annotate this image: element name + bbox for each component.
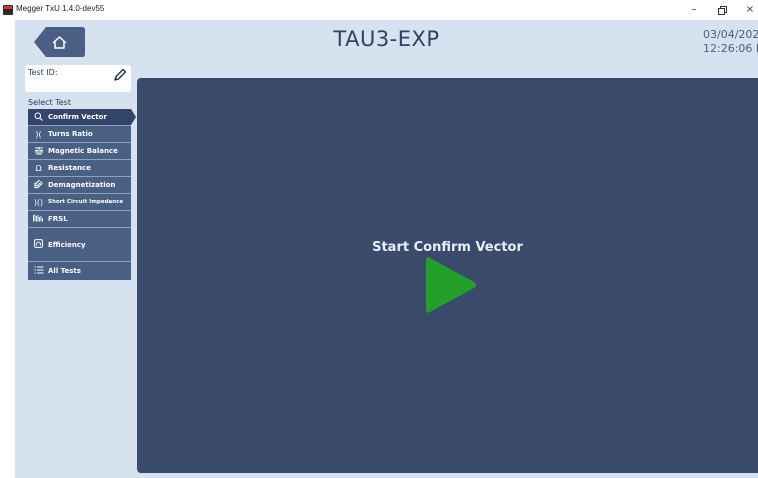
os-title-bar: Megger TxU 1.4.0-dev55 – ×	[0, 0, 758, 20]
menu-item-frsl[interactable]: FRSL	[28, 211, 131, 228]
list-icon	[33, 266, 44, 276]
menu-item-label: Efficiency	[48, 240, 86, 249]
test-menu: Confirm Vector )( Turns Ratio Magnetic B…	[28, 109, 136, 280]
menu-item-label: Turns Ratio	[48, 130, 93, 138]
minimize-button[interactable]: –	[684, 3, 704, 17]
menu-item-label: Magnetic Balance	[48, 147, 118, 155]
maximize-button[interactable]	[712, 3, 732, 17]
restore-icon	[717, 6, 727, 15]
datetime-display: 03/04/2020 12:26:06 PM	[703, 28, 758, 56]
omega-icon: Ω	[35, 163, 42, 173]
menu-item-confirm-vector[interactable]: Confirm Vector	[28, 109, 136, 126]
menu-item-resistance[interactable]: Ω Resistance	[28, 160, 131, 177]
device-title: TAU3-EXP	[333, 27, 440, 51]
close-button[interactable]: ×	[740, 3, 758, 17]
menu-item-label: Demagnetization	[48, 181, 116, 189]
menu-item-demagnetization[interactable]: Demagnetization	[28, 177, 131, 194]
menu-item-label: Resistance	[48, 164, 91, 172]
transformer-coils-icon: )(	[35, 129, 42, 139]
menu-item-magnetic-balance[interactable]: Magnetic Balance	[28, 143, 131, 160]
play-start-button[interactable]	[422, 256, 478, 314]
menu-item-efficiency[interactable]: Efficiency	[28, 228, 131, 262]
test-panel: Start Confirm Vector	[137, 78, 758, 473]
time-text: 12:26:06 PM	[703, 42, 758, 55]
app-content: TAU3-EXP 03/04/2020 12:26:06 PM Test ID:…	[15, 20, 758, 478]
menu-item-label: Short Circuit Impedance	[48, 199, 124, 205]
search-icon	[33, 112, 44, 123]
menu-item-label: Confirm Vector	[48, 113, 107, 121]
impedance-icon: )()	[33, 197, 44, 207]
balance-icon	[33, 146, 44, 157]
menu-item-label: All Tests	[48, 267, 81, 275]
pencil-edit-icon[interactable]	[112, 68, 128, 82]
menu-item-short-circuit-impedance[interactable]: )() Short Circuit Impedance	[28, 194, 131, 211]
test-id-field[interactable]: Test ID:	[25, 65, 131, 92]
select-test-label: Select Test	[28, 98, 71, 107]
efficiency-icon	[33, 239, 44, 250]
frsl-icon	[33, 214, 44, 224]
app-window: Megger TxU 1.4.0-dev55 – × TAU3-EXP 03/0…	[0, 0, 758, 478]
menu-item-all-tests[interactable]: All Tests	[28, 262, 131, 280]
menu-item-turns-ratio[interactable]: )( Turns Ratio	[28, 126, 131, 143]
menu-item-label: FRSL	[48, 215, 68, 223]
test-id-label: Test ID:	[28, 68, 58, 77]
magnet-icon	[33, 179, 44, 191]
date-text: 03/04/2020	[703, 28, 758, 41]
megger-app-icon	[3, 5, 13, 15]
start-test-label: Start Confirm Vector	[372, 240, 523, 255]
window-title: Megger TxU 1.4.0-dev55	[16, 4, 105, 13]
